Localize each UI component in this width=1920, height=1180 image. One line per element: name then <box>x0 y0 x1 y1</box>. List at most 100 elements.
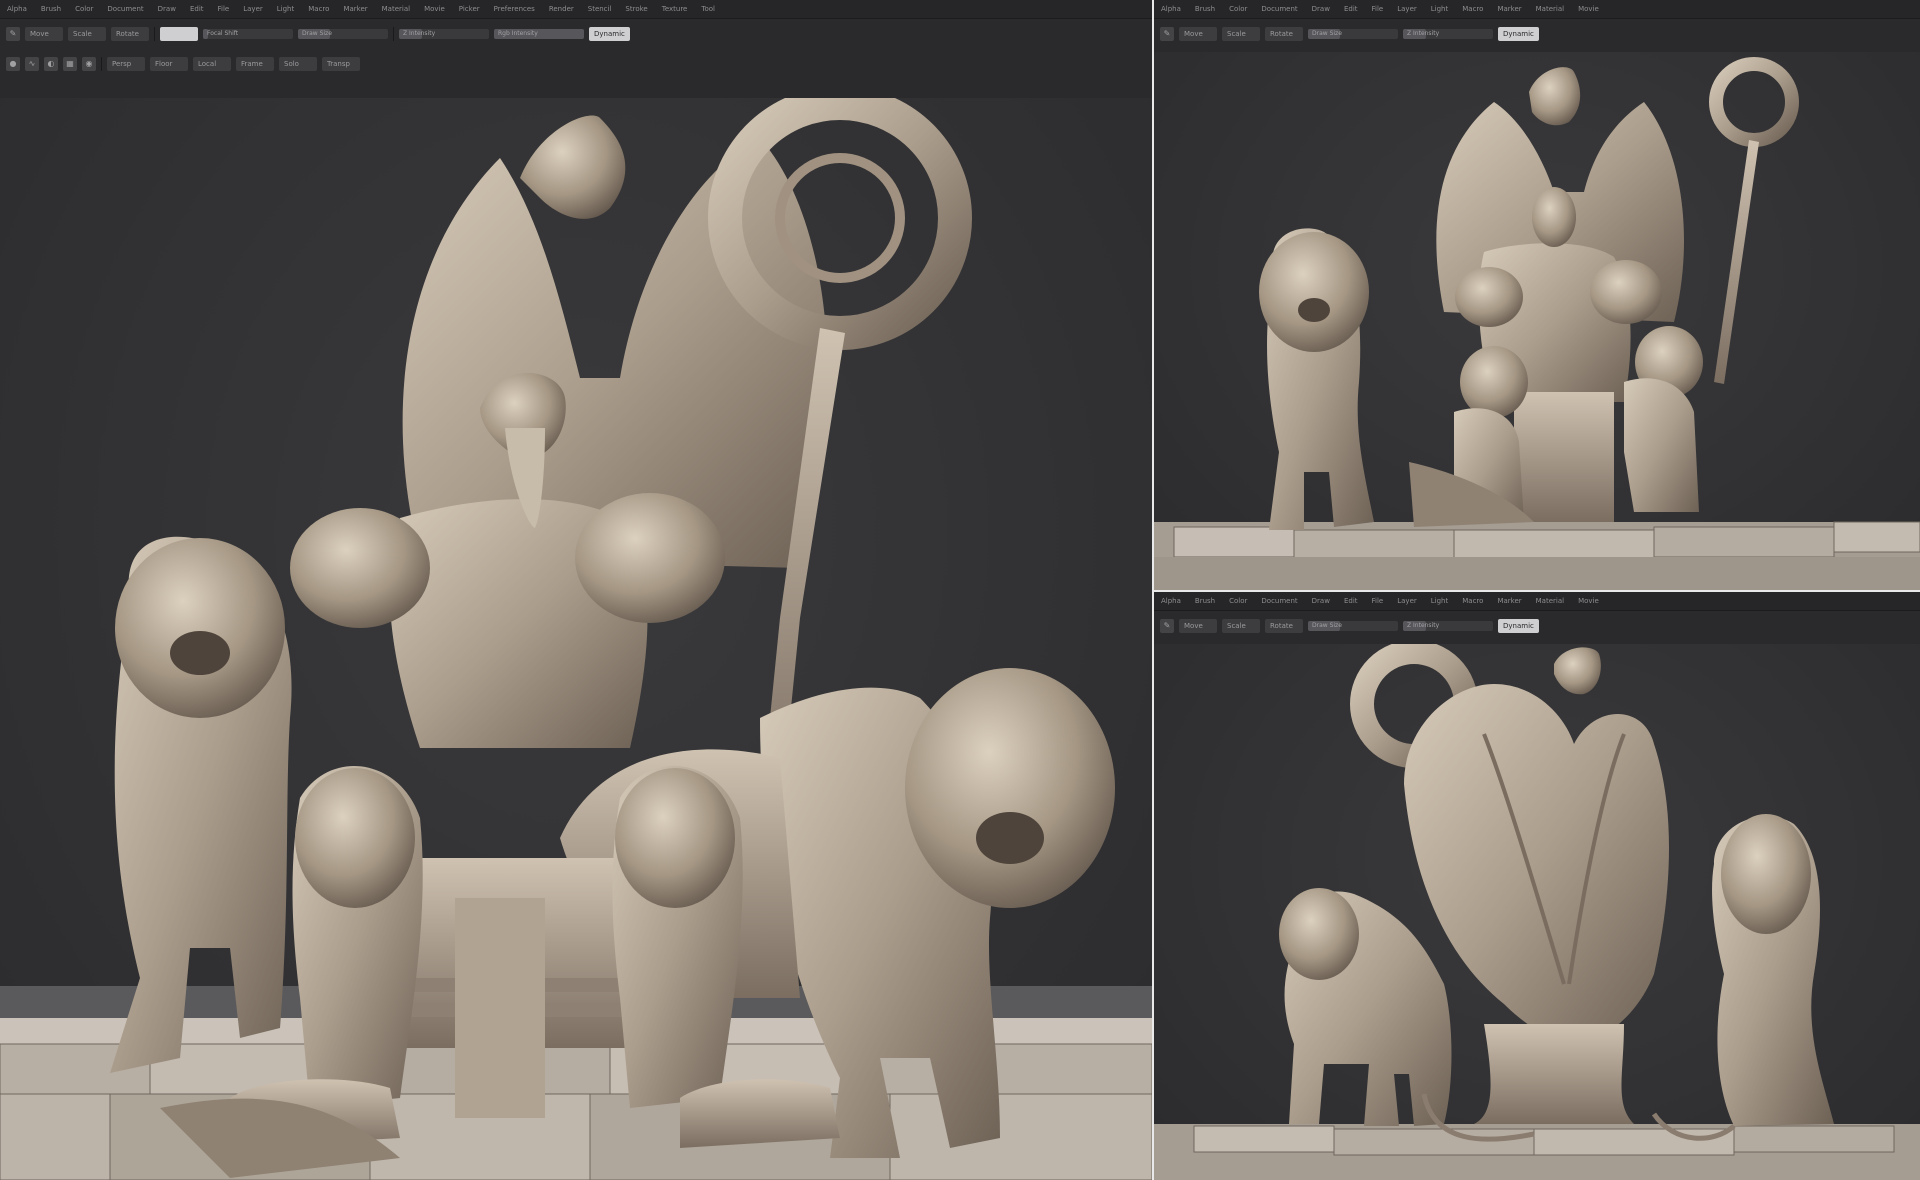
rotate-button[interactable]: Rotate <box>111 27 149 41</box>
menu-item[interactable]: Marker <box>1490 0 1528 18</box>
texture-icon[interactable]: ▦ <box>63 57 77 71</box>
menu-item[interactable]: Document <box>1254 0 1304 18</box>
alpha-icon[interactable]: ◐ <box>44 57 58 71</box>
menu-item[interactable]: File <box>211 0 237 18</box>
z-intensity-slider[interactable]: Z Intensity <box>1403 29 1493 39</box>
draw-size-slider[interactable]: Draw Size <box>1308 29 1398 39</box>
menu-item[interactable]: File <box>1365 592 1391 610</box>
scale-button[interactable]: Scale <box>1222 619 1260 633</box>
slider-label: Draw Size <box>1312 622 1342 629</box>
menu-item[interactable]: Edit <box>1337 592 1365 610</box>
menu-item[interactable]: Layer <box>1390 592 1424 610</box>
staff-ring <box>1709 57 1799 147</box>
right-leg <box>1624 378 1699 512</box>
brush-icon[interactable]: ● <box>6 57 20 71</box>
draw-size-slider[interactable]: Draw Size <box>298 29 388 39</box>
menu-item[interactable]: Render <box>542 0 581 18</box>
z-intensity-slider[interactable]: Z Intensity <box>399 29 489 39</box>
stroke-icon[interactable]: ∿ <box>25 57 39 71</box>
slider-label: Z Intensity <box>403 30 436 37</box>
tool-row: ✎ Move Scale Rotate Draw Size Z Intensit… <box>1154 611 1920 641</box>
frame-button[interactable]: Frame <box>236 57 274 71</box>
menu-item[interactable]: Stroke <box>618 0 654 18</box>
menu-item[interactable]: Brush <box>1188 0 1222 18</box>
dynamic-button[interactable]: Dynamic <box>1498 619 1539 633</box>
canvas-viewport[interactable] <box>1154 52 1920 590</box>
z-intensity-slider[interactable]: Z Intensity <box>1403 621 1493 631</box>
focal-shift-slider[interactable]: Focal Shift <box>203 29 293 39</box>
menu-item[interactable]: File <box>1365 0 1391 18</box>
draw-icon[interactable]: ✎ <box>6 27 20 41</box>
menu-bar: Alpha Brush Color Document Draw Edit Fil… <box>1154 0 1920 19</box>
back-view-panel: Alpha Brush Color Document Draw Edit Fil… <box>1154 592 1920 1180</box>
menu-item[interactable]: Edit <box>183 0 211 18</box>
rotate-button[interactable]: Rotate <box>1265 619 1303 633</box>
dynamic-button[interactable]: Dynamic <box>1498 27 1539 41</box>
menu-item[interactable]: Light <box>1424 592 1455 610</box>
mrgb-button[interactable] <box>160 27 198 41</box>
menu-item[interactable]: Movie <box>417 0 452 18</box>
menu-item[interactable]: Color <box>1222 592 1254 610</box>
menu-item[interactable]: Macro <box>301 0 336 18</box>
floor-button[interactable]: Floor <box>150 57 188 71</box>
menu-item[interactable]: Tool <box>694 0 722 18</box>
move-button[interactable]: Move <box>1179 619 1217 633</box>
menu-item[interactable]: Document <box>100 0 150 18</box>
rotate-button[interactable]: Rotate <box>1265 27 1303 41</box>
right-pauldron <box>575 493 725 623</box>
solo-button[interactable]: Solo <box>279 57 317 71</box>
menu-item[interactable]: Macro <box>1455 592 1490 610</box>
move-button[interactable]: Move <box>1179 27 1217 41</box>
left-pauldron <box>290 508 430 628</box>
menu-item[interactable]: Light <box>270 0 301 18</box>
menu-item[interactable]: Document <box>1254 592 1304 610</box>
menu-item[interactable]: Color <box>68 0 100 18</box>
draw-size-slider[interactable]: Draw Size <box>1308 621 1398 631</box>
menu-item[interactable]: Draw <box>1305 592 1337 610</box>
menu-item[interactable]: Picker <box>452 0 487 18</box>
menu-item[interactable]: Material <box>1529 592 1571 610</box>
menu-item[interactable]: Alpha <box>1154 592 1188 610</box>
menu-item[interactable]: Layer <box>236 0 270 18</box>
menu-item[interactable]: Alpha <box>1154 0 1188 18</box>
menu-item[interactable]: Movie <box>1571 592 1606 610</box>
menu-item[interactable]: Color <box>1222 0 1254 18</box>
canvas-viewport[interactable] <box>0 98 1152 1180</box>
menu-item[interactable]: Draw <box>1305 0 1337 18</box>
menu-item[interactable]: Stencil <box>581 0 619 18</box>
menu-item[interactable]: Marker <box>336 0 374 18</box>
persp-button[interactable]: Persp <box>107 57 145 71</box>
eagle-crest <box>1554 647 1601 695</box>
menu-item[interactable]: Movie <box>1571 0 1606 18</box>
menu-item[interactable]: Edit <box>1337 0 1365 18</box>
menu-bar: Alpha Brush Color Document Draw Edit Fil… <box>1154 592 1920 611</box>
menu-item[interactable]: Preferences <box>487 0 542 18</box>
menu-item[interactable]: Material <box>375 0 417 18</box>
local-button[interactable]: Local <box>193 57 231 71</box>
canvas-viewport[interactable] <box>1154 644 1920 1180</box>
dynamic-button[interactable]: Dynamic <box>589 27 630 41</box>
menu-item[interactable]: Brush <box>34 0 68 18</box>
rgb-intensity-slider[interactable]: Rgb Intensity <box>494 29 584 39</box>
tool-row-2: ● ∿ ◐ ▦ ◉ Persp Floor Local Frame Solo T… <box>0 49 1152 79</box>
right-pauldron <box>1590 260 1662 324</box>
menu-item[interactable]: Material <box>1529 0 1571 18</box>
menu-item[interactable]: Macro <box>1455 0 1490 18</box>
left-lion-mouth <box>1298 298 1330 322</box>
move-button[interactable]: Move <box>25 27 63 41</box>
menu-item[interactable]: Draw <box>151 0 183 18</box>
menu-item[interactable]: Marker <box>1490 592 1528 610</box>
scale-button[interactable]: Scale <box>1222 27 1260 41</box>
draw-icon[interactable]: ✎ <box>1160 619 1174 633</box>
menu-item[interactable]: Alpha <box>0 0 34 18</box>
menu-item[interactable]: Brush <box>1188 592 1222 610</box>
left-skull-kneeguard <box>295 768 415 908</box>
menu-item[interactable]: Light <box>1424 0 1455 18</box>
transp-button[interactable]: Transp <box>322 57 360 71</box>
slider-label: Rgb Intensity <box>498 30 538 37</box>
menu-item[interactable]: Texture <box>655 0 695 18</box>
scale-button[interactable]: Scale <box>68 27 106 41</box>
menu-item[interactable]: Layer <box>1390 0 1424 18</box>
material-icon[interactable]: ◉ <box>82 57 96 71</box>
draw-icon[interactable]: ✎ <box>1160 27 1174 41</box>
